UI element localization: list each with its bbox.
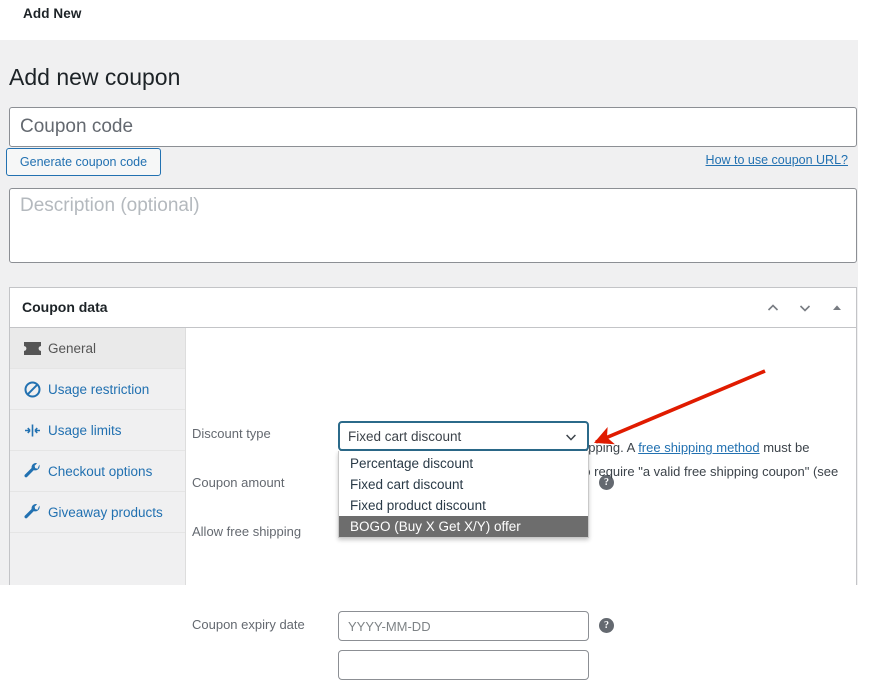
tab-label: Usage restriction xyxy=(48,381,150,397)
sidebar-item-giveaway-products[interactable]: Giveaway products xyxy=(10,492,185,533)
metabox-header-controls xyxy=(762,297,848,319)
allow-free-shipping-label: Allow free shipping xyxy=(192,524,302,539)
coupon-expiry-date-label: Coupon expiry date xyxy=(192,617,305,632)
page-content: Add new coupon Generate coupon code How … xyxy=(0,40,858,680)
sidebar-item-general[interactable]: General xyxy=(10,328,185,369)
coupon-expiry-date-input[interactable] xyxy=(338,611,589,641)
admin-topbar: Add New xyxy=(0,0,871,40)
chevron-down-icon xyxy=(564,430,578,447)
metabox-body: General Usage restriction Usage limits C… xyxy=(10,328,856,680)
how-to-use-coupon-url-link[interactable]: How to use coupon URL? xyxy=(706,153,848,167)
coupon-amount-label: Coupon amount xyxy=(192,475,285,490)
add-new-tab[interactable]: Add New xyxy=(23,6,81,21)
dropdown-option-bogo-offer[interactable]: BOGO (Buy X Get X/Y) offer xyxy=(339,516,588,537)
sidebar-item-usage-limits[interactable]: Usage limits xyxy=(10,410,185,451)
metabox-title: Coupon data xyxy=(22,299,108,315)
wrench-icon xyxy=(24,504,46,520)
discount-type-value: Fixed cart discount xyxy=(348,428,462,444)
ticket-icon xyxy=(24,341,46,355)
general-settings-panel: Discount type Fixed cart discount Percen… xyxy=(186,328,856,680)
coupon-data-metabox: Coupon data General Usage restriction Us… xyxy=(9,287,857,680)
toggle-triangle-icon[interactable] xyxy=(826,297,848,319)
dropdown-option-fixed-product-discount[interactable]: Fixed product discount xyxy=(339,495,588,516)
tab-label: Usage limits xyxy=(48,422,122,438)
chevron-down-icon[interactable] xyxy=(794,297,816,319)
page-title: Add new coupon xyxy=(9,64,181,90)
generate-coupon-code-button[interactable]: Generate coupon code xyxy=(6,148,161,176)
coupon-data-tabs: General Usage restriction Usage limits C… xyxy=(10,328,186,585)
free-shipping-method-link[interactable]: free shipping method xyxy=(638,440,759,455)
coupon-description-textarea[interactable] xyxy=(9,188,857,263)
coupon-code-input[interactable] xyxy=(9,107,857,147)
wrench-icon xyxy=(24,463,46,479)
discount-type-label: Discount type xyxy=(192,426,271,441)
discount-type-select[interactable]: Fixed cart discount xyxy=(338,421,589,451)
tab-label: Giveaway products xyxy=(48,504,163,520)
discount-type-dropdown-list[interactable]: Percentage discount Fixed cart discount … xyxy=(338,451,589,538)
tab-label: General xyxy=(48,340,97,356)
sidebar-item-checkout-options[interactable]: Checkout options xyxy=(10,451,185,492)
metabox-header: Coupon data xyxy=(10,288,856,328)
tabs-filler xyxy=(10,534,185,585)
chevron-up-icon[interactable] xyxy=(762,297,784,319)
sidebar-item-usage-restriction[interactable]: Usage restriction xyxy=(10,369,185,410)
tab-label: Checkout options xyxy=(48,463,153,479)
next-field-input-partial[interactable] xyxy=(338,650,589,680)
dropdown-option-fixed-cart-discount[interactable]: Fixed cart discount xyxy=(339,474,588,495)
limits-icon xyxy=(24,423,46,438)
question-mark-icon[interactable]: ? xyxy=(599,618,614,633)
blocked-icon xyxy=(24,381,46,398)
right-gutter xyxy=(858,40,871,585)
dropdown-option-percentage-discount[interactable]: Percentage discount xyxy=(339,453,588,474)
